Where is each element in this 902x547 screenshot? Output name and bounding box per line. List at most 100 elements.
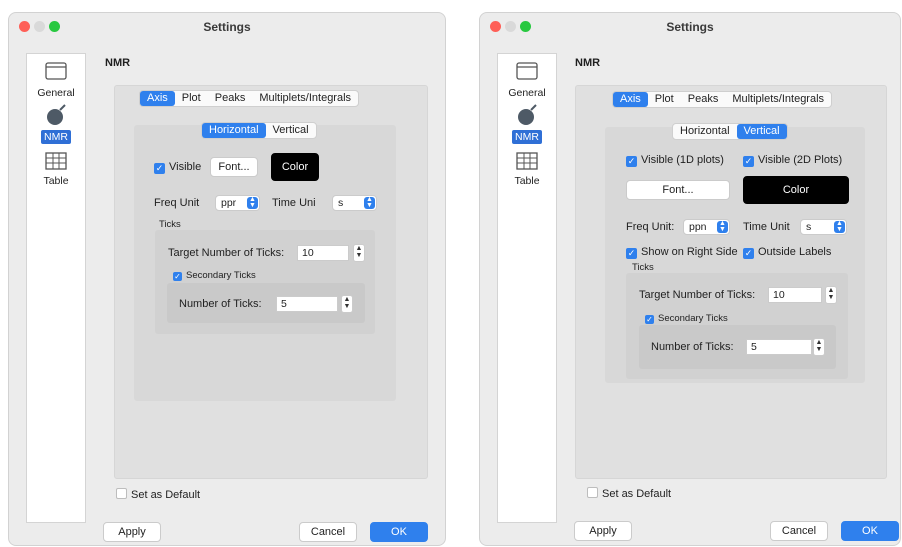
visible-2d-label: Visible (2D Plots) xyxy=(758,154,843,166)
tab-plot[interactable]: Plot xyxy=(175,91,208,106)
sidebar-label-nmr: NMR xyxy=(512,130,542,144)
apply-button[interactable]: Apply xyxy=(103,522,161,542)
secondary-ticks-label: Secondary Ticks xyxy=(658,313,728,324)
set-default-checkbox[interactable]: Set as Default xyxy=(116,488,200,501)
table-icon xyxy=(516,152,538,170)
sidebar-label-general: General xyxy=(37,87,75,99)
visible-label: Visible xyxy=(169,161,202,173)
title-bar: Settings xyxy=(9,13,445,41)
checkmark-icon: ✓ xyxy=(154,163,165,174)
settings-window-horizontal: Settings General NMR Table NMR Axis Plot… xyxy=(8,12,446,546)
window-icon xyxy=(45,62,67,80)
title-bar: Settings xyxy=(480,13,900,41)
target-ticks-stepper[interactable]: ▲ ▼ xyxy=(353,244,365,262)
tab-horizontal[interactable]: Horizontal xyxy=(202,123,266,138)
target-ticks-stepper[interactable]: ▲ ▼ xyxy=(825,286,837,304)
num-ticks-label: Number of Ticks: xyxy=(651,341,734,353)
num-ticks-input[interactable]: 5 xyxy=(746,339,812,355)
ticks-group-label: Ticks xyxy=(159,219,181,230)
sidebar: General NMR Table xyxy=(497,53,557,523)
cancel-button[interactable]: Cancel xyxy=(770,521,828,541)
outside-labels-label: Outside Labels xyxy=(758,246,832,258)
tab-axis[interactable]: Axis xyxy=(140,91,175,106)
nmr-magnet-icon xyxy=(518,104,537,125)
orientation-tab-bar: Horizontal Vertical xyxy=(201,122,317,139)
chevron-updown-icon: ▲ ▼ xyxy=(364,196,375,209)
target-ticks-label: Target Number of Ticks: xyxy=(639,289,756,301)
num-ticks-input[interactable]: 5 xyxy=(276,296,338,312)
time-unit-label: Time Unit xyxy=(743,221,790,233)
secondary-ticks-label: Secondary Ticks xyxy=(186,270,256,281)
sidebar-label-nmr: NMR xyxy=(41,130,71,144)
freq-unit-select[interactable]: ppn ▲ ▼ xyxy=(683,219,730,235)
tab-multiplets-integrals[interactable]: Multiplets/Integrals xyxy=(725,92,831,107)
sidebar-label-table: Table xyxy=(43,175,69,187)
sidebar-item-nmr[interactable]: NMR xyxy=(27,104,85,148)
settings-window-vertical: Settings General NMR Table NMR Axis Plot… xyxy=(479,12,901,546)
checkmark-icon: ✓ xyxy=(626,248,637,259)
chevron-updown-icon: ▲ ▼ xyxy=(834,220,845,233)
show-right-side-checkbox[interactable]: ✓ Show on Right Side xyxy=(626,246,738,259)
time-unit-label: Time Uni xyxy=(272,197,316,209)
visible-1d-checkbox[interactable]: ✓ Visible (1D plots) xyxy=(626,154,724,167)
target-ticks-label: Target Number of Ticks: xyxy=(168,247,285,259)
set-default-checkbox[interactable]: Set as Default xyxy=(587,487,671,500)
nmr-magnet-icon xyxy=(47,104,66,125)
num-ticks-label: Number of Ticks: xyxy=(179,298,262,310)
tab-vertical[interactable]: Vertical xyxy=(736,124,787,139)
num-ticks-stepper[interactable]: ▲ ▼ xyxy=(341,295,353,313)
tab-vertical[interactable]: Vertical xyxy=(266,123,316,138)
window-title: Settings xyxy=(666,20,714,34)
sidebar-item-general[interactable]: General xyxy=(498,62,556,102)
show-right-side-label: Show on Right Side xyxy=(641,246,738,258)
secondary-ticks-checkbox[interactable]: ✓ Secondary Ticks xyxy=(645,313,728,324)
sidebar-item-general[interactable]: General xyxy=(27,62,85,102)
visible-2d-checkbox[interactable]: ✓ Visible (2D Plots) xyxy=(743,154,842,167)
secondary-ticks-checkbox[interactable]: ✓ Secondary Ticks xyxy=(173,270,256,281)
font-button[interactable]: Font... xyxy=(210,157,258,177)
color-button[interactable]: Color xyxy=(271,153,319,181)
set-default-label: Set as Default xyxy=(131,489,201,501)
section-title: NMR xyxy=(105,57,131,69)
ok-button[interactable]: OK xyxy=(841,521,899,541)
checkmark-icon: ✓ xyxy=(626,156,637,167)
set-default-label: Set as Default xyxy=(602,488,672,500)
sidebar-label-general: General xyxy=(508,87,546,99)
table-icon xyxy=(45,152,67,170)
sidebar-item-nmr[interactable]: NMR xyxy=(498,104,556,148)
target-ticks-input[interactable]: 10 xyxy=(768,287,822,303)
visible-1d-label: Visible (1D plots) xyxy=(641,154,724,166)
tab-plot[interactable]: Plot xyxy=(648,92,681,107)
target-ticks-input[interactable]: 10 xyxy=(297,245,349,261)
ok-button[interactable]: OK xyxy=(370,522,428,542)
cancel-button[interactable]: Cancel xyxy=(299,522,357,542)
sidebar-item-table[interactable]: Table xyxy=(27,152,85,192)
checkbox-box xyxy=(587,487,598,498)
time-unit-select[interactable]: s ▲ ▼ xyxy=(800,219,847,235)
sidebar-item-table[interactable]: Table xyxy=(498,152,556,192)
freq-unit-select[interactable]: ppr ▲ ▼ xyxy=(215,195,260,211)
num-ticks-stepper[interactable]: ▲ ▼ xyxy=(813,338,825,356)
orientation-tab-bar: Horizontal Vertical xyxy=(672,123,788,140)
freq-unit-label: Freq Unit xyxy=(154,197,200,209)
section-title: NMR xyxy=(575,57,601,69)
apply-button[interactable]: Apply xyxy=(574,521,632,541)
sidebar-label-table: Table xyxy=(514,175,540,187)
checkmark-icon: ✓ xyxy=(645,315,654,324)
sidebar: General NMR Table xyxy=(26,53,86,523)
tab-peaks[interactable]: Peaks xyxy=(208,91,253,106)
tab-peaks[interactable]: Peaks xyxy=(681,92,726,107)
tab-multiplets-integrals[interactable]: Multiplets/Integrals xyxy=(252,91,358,106)
font-button[interactable]: Font... xyxy=(626,180,730,200)
freq-unit-value: ppn xyxy=(689,221,707,233)
chevron-updown-icon: ▲ ▼ xyxy=(717,220,728,233)
outside-labels-checkbox[interactable]: ✓ Outside Labels xyxy=(743,246,831,259)
tab-axis[interactable]: Axis xyxy=(613,92,648,107)
checkmark-icon: ✓ xyxy=(173,272,182,281)
color-button[interactable]: Color xyxy=(743,176,849,204)
tab-horizontal[interactable]: Horizontal xyxy=(673,124,737,139)
time-unit-select[interactable]: s ▲ ▼ xyxy=(332,195,377,211)
time-unit-value: s xyxy=(338,197,344,209)
visible-checkbox[interactable]: ✓ Visible xyxy=(154,161,201,174)
time-unit-value: s xyxy=(806,221,812,233)
